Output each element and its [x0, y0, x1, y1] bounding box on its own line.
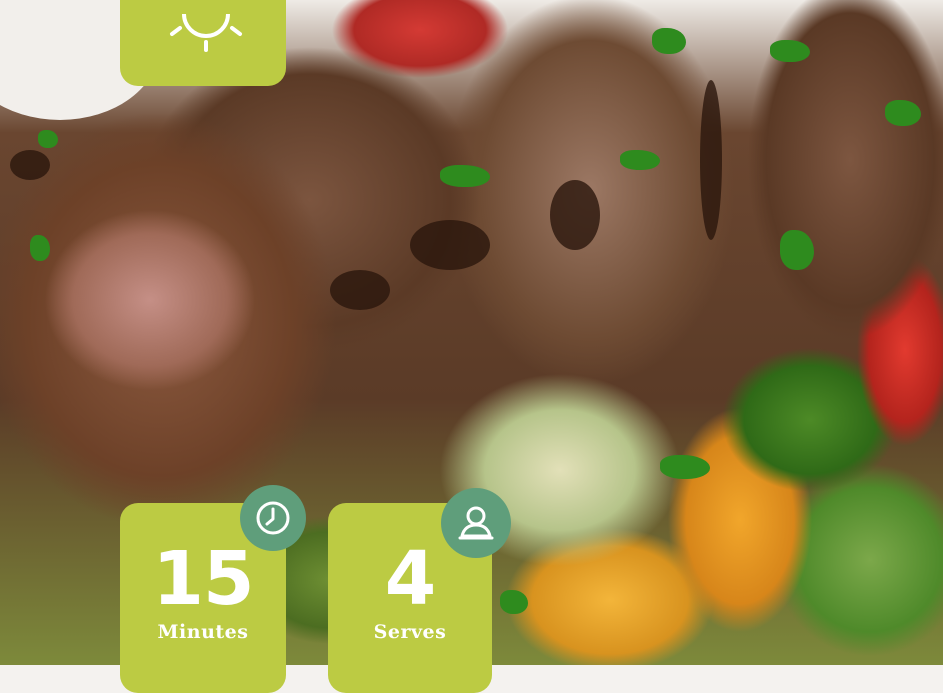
parsley-garnish — [30, 235, 50, 261]
parsley-garnish — [780, 230, 814, 270]
parsley-garnish — [440, 165, 490, 187]
sear-mark — [10, 150, 50, 180]
sear-mark — [410, 220, 490, 270]
parsley-garnish — [500, 590, 528, 614]
clock-badge — [240, 485, 306, 551]
sun-icon — [170, 13, 242, 52]
sear-mark — [700, 80, 722, 240]
parsley-garnish — [770, 40, 810, 62]
parsley-garnish — [620, 150, 660, 170]
sear-mark — [550, 180, 600, 250]
info-tile-top — [120, 0, 286, 86]
sear-mark — [330, 270, 390, 310]
prep-time-value: 15 — [152, 536, 255, 622]
servings-label: Serves — [373, 621, 447, 643]
parsley-garnish — [652, 28, 686, 54]
parsley-garnish — [38, 130, 58, 148]
prep-time-label: Minutes — [157, 621, 249, 643]
person-icon — [458, 506, 494, 540]
clock-icon — [256, 501, 290, 535]
parsley-garnish — [660, 455, 710, 479]
person-badge — [441, 488, 511, 558]
parsley-garnish — [885, 100, 921, 126]
